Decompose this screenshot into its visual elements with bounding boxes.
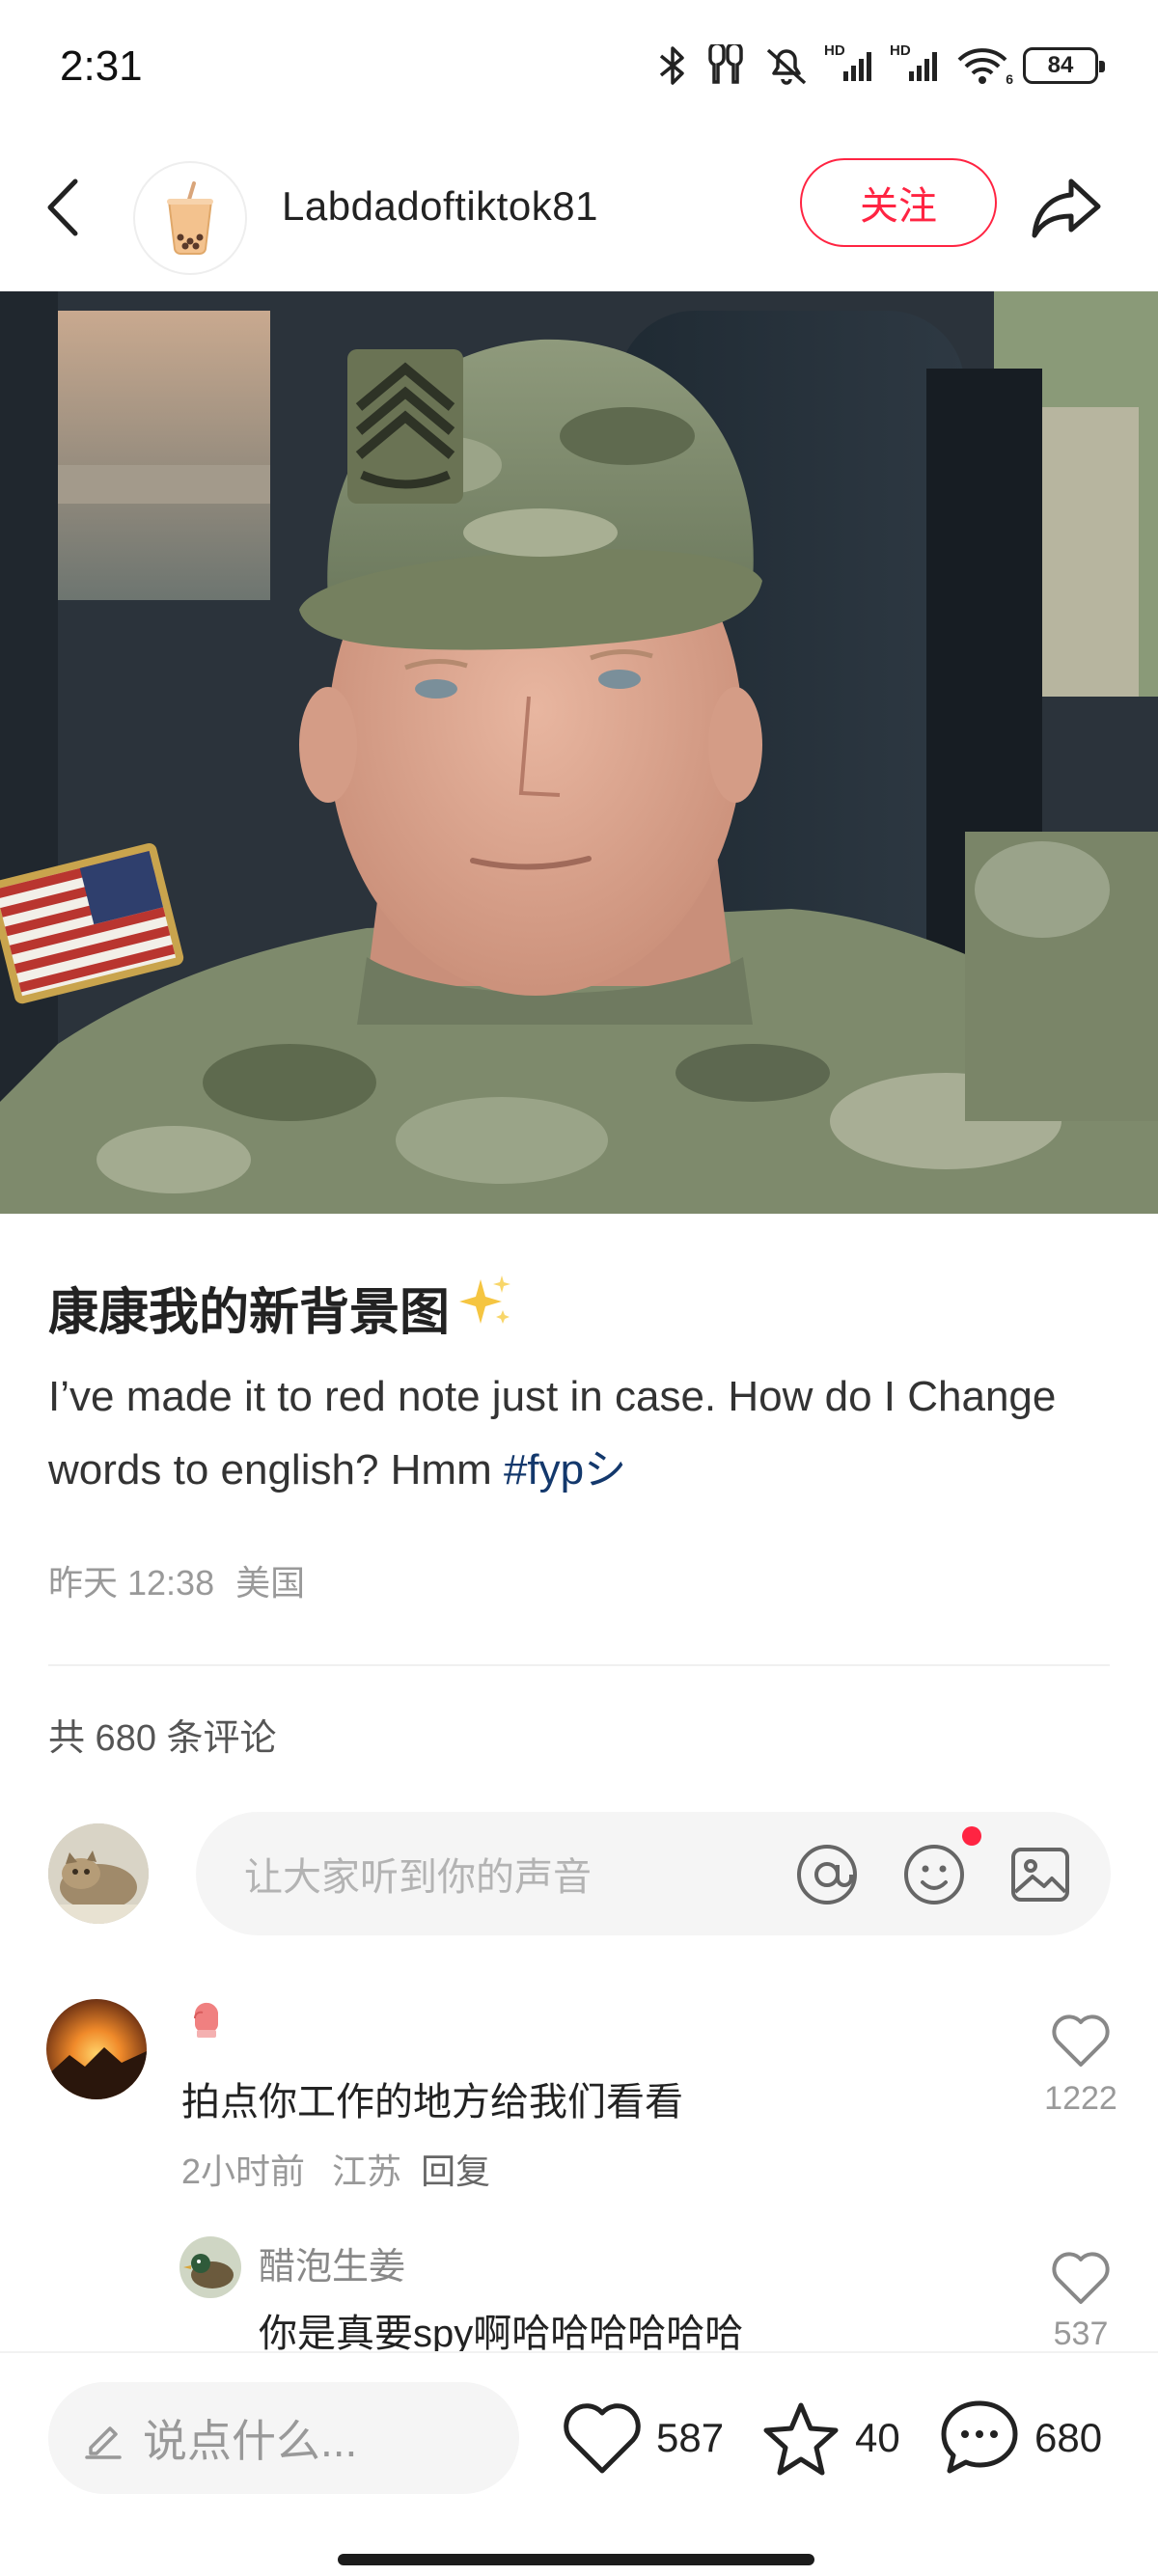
say-something-input[interactable]: 说点什么...	[48, 2382, 519, 2494]
reply-like-count: 537	[1053, 2316, 1109, 2352]
earbuds-icon	[703, 44, 749, 87]
comment-text: 拍点你工作的地方给我们看看	[181, 2081, 683, 2124]
like-button[interactable]: 587	[562, 2392, 724, 2484]
divider	[48, 1664, 1110, 1666]
notification-dot	[962, 1826, 981, 1846]
comment-total-count: 680	[1034, 2415, 1103, 2460]
say-something-placeholder: 说点什么...	[143, 2416, 358, 2466]
star-icon	[763, 2402, 839, 2476]
boxing-glove-icon	[183, 1997, 230, 2043]
sunset-avatar-image	[46, 1999, 147, 2099]
comment-like-count: 1222	[1044, 2080, 1117, 2117]
collect-count: 40	[855, 2415, 900, 2460]
status-bar: 2:31 HD HD 6 84	[0, 0, 1158, 135]
author-avatar[interactable]	[133, 161, 247, 275]
reply-button[interactable]: 回复	[421, 2151, 490, 2191]
reply-avatar[interactable]	[179, 2236, 241, 2298]
post-date: 昨天 12:38	[48, 1563, 215, 1603]
share-icon	[1032, 178, 1101, 238]
bluetooth-icon	[656, 44, 689, 87]
mute-icon	[762, 44, 811, 87]
home-indicator[interactable]	[338, 2554, 814, 2565]
collect-button[interactable]: 40	[760, 2392, 900, 2484]
author-username[interactable]: Labdadoftiktok81	[282, 183, 598, 230]
comment-bubble-icon	[941, 2400, 1018, 2474]
chevron-left-icon	[47, 178, 78, 236]
signal-hd-icon: HD	[890, 42, 942, 87]
status-icons: HD HD 6 84	[656, 42, 1105, 87]
duck-avatar-image	[179, 2236, 241, 2298]
comment-time: 2小时前	[181, 2151, 306, 2191]
back-button[interactable]	[39, 172, 91, 243]
pencil-icon	[85, 2426, 122, 2459]
post-image[interactable]	[0, 291, 1158, 1214]
my-avatar[interactable]	[48, 1823, 149, 1924]
signal-hd-icon: HD	[824, 42, 876, 87]
post-title-text: 康康我的新背景图	[48, 1285, 451, 1341]
reply-text: 你是真要spy啊哈哈哈哈哈哈	[259, 2313, 744, 2355]
post-title: 康康我的新背景图	[48, 1272, 515, 1344]
share-button[interactable]	[1029, 168, 1106, 245]
wifi-icon: 6	[955, 44, 1013, 87]
soldier-selfie-image	[0, 291, 1158, 1214]
cat-avatar-image	[48, 1823, 149, 1924]
at-icon[interactable]	[794, 1842, 860, 1907]
comment-location: 江苏	[332, 2151, 402, 2191]
commenter-avatar[interactable]	[46, 1999, 147, 2099]
sparkles-icon	[455, 1272, 515, 1344]
note-detail-page: 2:31 HD HD 6 84 Labdadoftiktok81 关注 康康我的…	[0, 0, 1158, 2576]
heart-icon	[564, 2403, 641, 2474]
reply-author-name[interactable]: 醋泡生姜	[259, 2236, 405, 2289]
image-icon[interactable]	[1007, 1842, 1073, 1907]
bottom-action-bar: 说点什么... 587 40 680	[0, 2351, 1158, 2576]
comment-meta: 2小时前 江苏 回复	[181, 2144, 490, 2194]
hashtag-link[interactable]: #fypシ	[504, 1446, 626, 1494]
follow-button[interactable]: 关注	[800, 158, 997, 247]
battery-level: 84	[1047, 52, 1074, 78]
heart-icon[interactable]	[1050, 2250, 1112, 2306]
bubble-tea-icon	[167, 181, 213, 255]
comment-count: 共 680 条评论	[48, 1718, 277, 1759]
post-meta: 昨天 12:38 美国	[48, 1555, 305, 1605]
like-count: 587	[656, 2415, 725, 2460]
note-header: Labdadoftiktok81 关注	[0, 145, 1158, 275]
post-location: 美国	[235, 1563, 306, 1603]
status-time: 2:31	[60, 42, 143, 90]
emoji-icon[interactable]	[901, 1842, 967, 1907]
battery-icon: 84	[1023, 47, 1105, 84]
comment-button[interactable]: 680	[938, 2392, 1102, 2484]
post-body: I’ve made it to red note just in case. H…	[48, 1360, 1110, 1507]
heart-icon[interactable]	[1050, 2013, 1112, 2069]
